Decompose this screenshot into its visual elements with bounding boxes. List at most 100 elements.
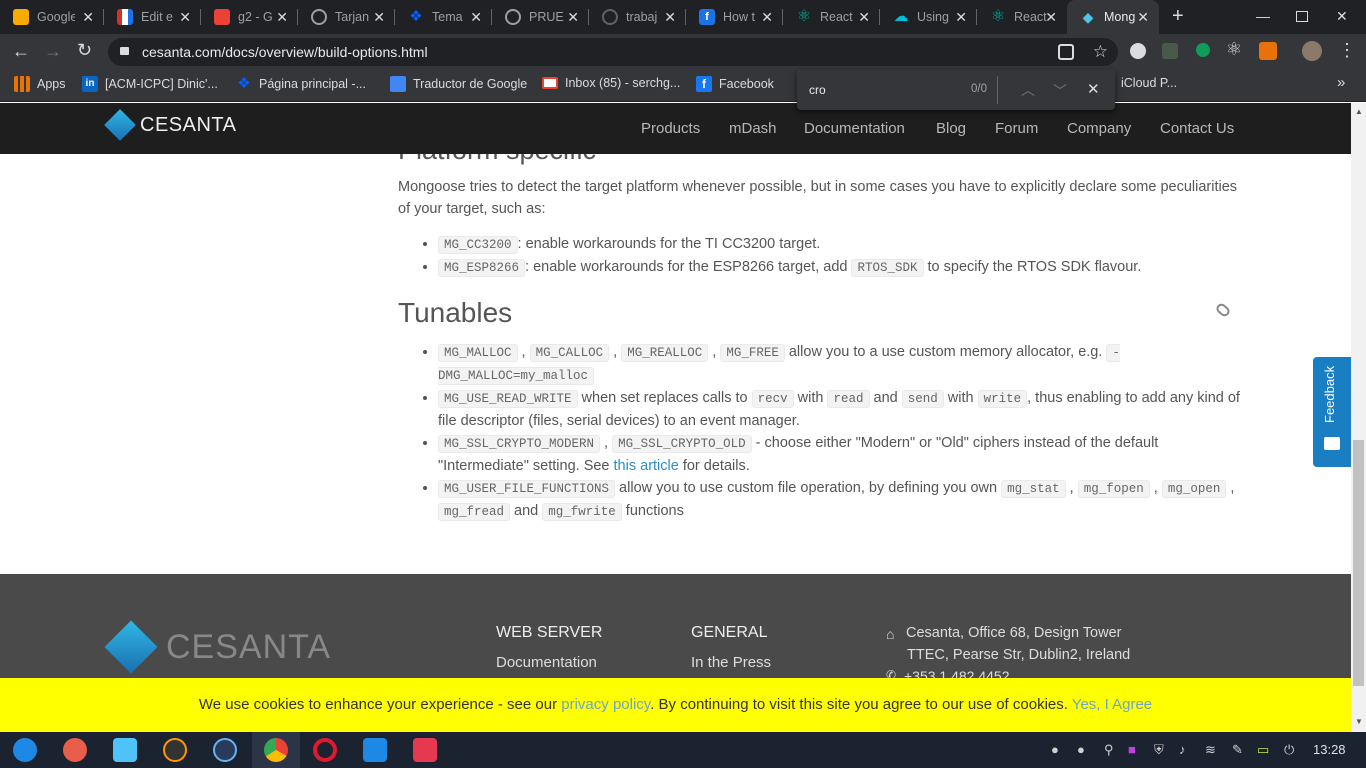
bookmark-acm[interactable]: in [ACM-ICPC] Dinic'... [82, 76, 218, 92]
battery-icon[interactable]: ▭ [1257, 742, 1269, 758]
close-tab-icon[interactable]: ✕ [1045, 9, 1057, 25]
nav-mdash[interactable]: mDash [729, 120, 777, 137]
tab-title: PRUE [529, 10, 564, 24]
tab-tarjan[interactable]: Tarjan ✕ [298, 0, 395, 34]
close-tab-icon[interactable]: ✕ [373, 9, 385, 25]
footer-link-press[interactable]: In the Press [691, 654, 771, 671]
doc-icon [117, 9, 133, 25]
anchor-link-icon[interactable] [1214, 301, 1232, 319]
find-close-icon[interactable]: ✕ [1087, 80, 1100, 98]
close-tab-icon[interactable]: ✕ [955, 9, 967, 25]
footer-link-documentation[interactable]: Documentation [496, 654, 597, 671]
close-tab-icon[interactable]: ✕ [761, 9, 773, 25]
nav-products[interactable]: Products [641, 120, 700, 137]
nav-documentation[interactable]: Documentation [804, 120, 905, 137]
feedback-button[interactable]: Feedback [1313, 357, 1351, 467]
tab-using[interactable]: ☁ Using ✕ [880, 0, 977, 34]
nav-forum[interactable]: Forum [995, 120, 1038, 137]
tab-prueba[interactable]: PRUE ✕ [492, 0, 589, 34]
shield-icon[interactable]: ⛨ [1154, 742, 1164, 758]
tab-github[interactable]: trabaj ✕ [589, 0, 686, 34]
files-icon[interactable] [113, 738, 137, 762]
sublime-icon[interactable] [163, 738, 187, 762]
address-bar[interactable]: cesanta.com/docs/overview/build-options.… [108, 38, 1118, 66]
find-input[interactable] [809, 80, 959, 100]
maximize-icon[interactable] [1296, 11, 1308, 22]
bookmark-icloud[interactable]: iCloud P... [1121, 76, 1177, 90]
bookmark-pagina[interactable]: ❖ Página principal -... [236, 76, 366, 92]
terminal-icon[interactable] [413, 738, 437, 762]
react-devtools-icon[interactable]: ⚛ [1226, 39, 1242, 60]
privacy-policy-link[interactable]: privacy policy [561, 696, 650, 713]
find-previous-icon[interactable]: ︿ [1021, 80, 1035, 100]
tab-react-2[interactable]: ⚛ React ✕ [977, 0, 1067, 34]
cookie-agree-button[interactable]: Yes, I Agree [1072, 696, 1152, 713]
menu-kebab-icon[interactable]: ⋮ [1338, 40, 1356, 61]
scroll-down-icon[interactable]: ▼ [1355, 717, 1363, 726]
nav-company[interactable]: Company [1067, 120, 1131, 137]
close-tab-icon[interactable]: ✕ [858, 9, 870, 25]
tab-google[interactable]: Google ✕ [0, 0, 104, 34]
extension-icon[interactable] [1196, 43, 1210, 57]
close-tab-icon[interactable]: ✕ [179, 9, 191, 25]
system-monitor-icon[interactable] [213, 738, 237, 762]
deepin-launcher-icon[interactable] [13, 738, 37, 762]
bookmark-apps[interactable]: Apps [14, 76, 66, 92]
this-article-link[interactable]: this article [614, 458, 679, 474]
usb-icon[interactable]: ⚲ [1104, 742, 1114, 758]
separator: , [609, 344, 622, 360]
bookmark-facebook[interactable]: f Facebook [696, 76, 774, 92]
profile-avatar[interactable] [1302, 41, 1322, 61]
power-icon[interactable]: ⏻ [1284, 742, 1294, 758]
bookmarks-overflow-button[interactable]: » [1337, 74, 1345, 91]
reload-icon[interactable]: ↻ [77, 40, 92, 61]
bookmark-star-icon[interactable]: ☆ [1093, 38, 1108, 66]
close-tab-icon[interactable]: ✕ [276, 9, 288, 25]
cesanta-logo[interactable]: CESANTA [104, 109, 236, 141]
g2-icon [214, 9, 230, 25]
extension-icon[interactable] [1130, 43, 1146, 59]
close-tab-icon[interactable]: ✕ [567, 9, 579, 25]
extension-icon[interactable] [1259, 42, 1277, 60]
new-tab-button[interactable]: + [1172, 5, 1184, 28]
extension-icon[interactable] [1162, 43, 1178, 59]
close-tab-icon[interactable]: ✕ [82, 9, 94, 25]
tab-tema[interactable]: ❖ Tema ✕ [395, 0, 492, 34]
nav-blog[interactable]: Blog [936, 120, 966, 137]
pen-icon[interactable]: ✎ [1232, 742, 1243, 758]
tab-edit[interactable]: Edit e ✕ [104, 0, 201, 34]
find-next-icon[interactable]: ﹀ [1053, 81, 1067, 101]
vscode-icon[interactable] [363, 738, 387, 762]
clock[interactable]: 13:28 [1313, 742, 1346, 757]
volume-icon[interactable]: ♪ [1179, 742, 1186, 757]
separator: , [1149, 480, 1162, 496]
tab-react[interactable]: ⚛ React ✕ [783, 0, 880, 34]
scroll-up-icon[interactable]: ▲ [1355, 107, 1363, 116]
back-arrow-icon[interactable]: ← [12, 41, 30, 62]
scrollbar-thumb[interactable] [1353, 440, 1364, 686]
discord-tray-icon[interactable]: ● [1077, 742, 1085, 757]
item-text: with [793, 390, 828, 406]
bookmark-inbox[interactable]: Inbox (85) - serchg... [542, 76, 680, 90]
tab-mongoose-active[interactable]: ◆ Mong ✕ [1067, 0, 1159, 34]
close-tab-icon[interactable]: ✕ [1137, 9, 1149, 25]
tab-howto[interactable]: f How t ✕ [686, 0, 783, 34]
close-tab-icon[interactable]: ✕ [470, 9, 482, 25]
wifi-icon[interactable]: ≋ [1205, 742, 1216, 758]
forward-arrow-icon[interactable]: → [44, 41, 62, 62]
page-scrollbar[interactable]: ▲ ▼ [1351, 103, 1366, 732]
tab-g2[interactable]: g2 - G ✕ [201, 0, 298, 34]
nav-contact-us[interactable]: Contact Us [1160, 120, 1234, 137]
chrome-icon[interactable] [264, 738, 288, 762]
screen-recorder-icon[interactable] [63, 738, 87, 762]
tab-title: React [820, 10, 853, 24]
minimize-icon[interactable]: — [1256, 8, 1270, 24]
extension-tray-icon[interactable]: ■ [1128, 742, 1136, 757]
close-window-icon[interactable]: ✕ [1336, 8, 1348, 25]
opera-icon[interactable] [313, 738, 337, 762]
chat-tray-icon[interactable]: ● [1051, 742, 1059, 757]
find-in-page-icon[interactable] [1058, 44, 1074, 60]
close-tab-icon[interactable]: ✕ [664, 9, 676, 25]
code-write: write [977, 390, 1028, 408]
bookmark-traductor[interactable]: Traductor de Google [390, 76, 527, 92]
